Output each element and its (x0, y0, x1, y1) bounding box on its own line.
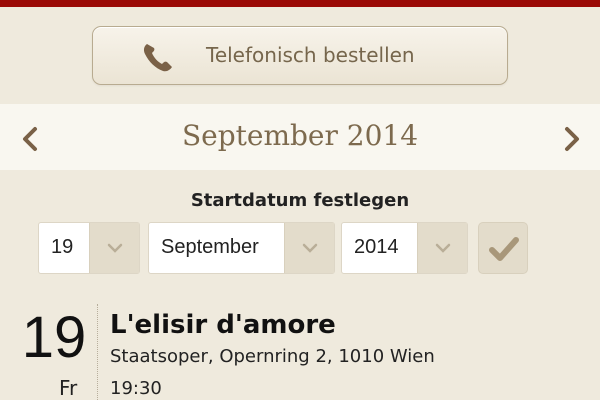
chevron-down-icon (89, 223, 139, 273)
phone-order-label: Telefonisch bestellen (206, 43, 415, 67)
event-weekday: Fr (59, 376, 78, 400)
start-date-label: Startdatum festlegen (190, 190, 410, 211)
year-select[interactable]: 2014 (341, 222, 468, 274)
year-select-value: 2014 (354, 236, 399, 258)
day-select[interactable]: 19 (38, 222, 140, 274)
chevron-down-icon (417, 223, 467, 273)
month-navigation: September 2014 (0, 104, 600, 170)
event-divider (97, 304, 98, 400)
chevron-right-icon[interactable] (562, 126, 582, 152)
day-select-value: 19 (51, 236, 74, 258)
chevron-down-icon (284, 223, 334, 273)
event-title[interactable]: L'elisir d'amore (110, 310, 336, 340)
event-venue: Staatsoper, Opernring 2, 1010 Wien (110, 346, 435, 367)
top-accent-bar (0, 0, 600, 7)
phone-icon (141, 41, 175, 73)
month-title: September 2014 (181, 119, 419, 152)
month-select[interactable]: September (148, 222, 335, 274)
confirm-date-button[interactable] (478, 222, 528, 274)
phone-order-button[interactable]: Telefonisch bestellen (92, 26, 508, 85)
event-day-number: 19 (21, 305, 87, 370)
event-time: 19:30 (110, 378, 162, 399)
month-select-value: September (161, 236, 259, 258)
